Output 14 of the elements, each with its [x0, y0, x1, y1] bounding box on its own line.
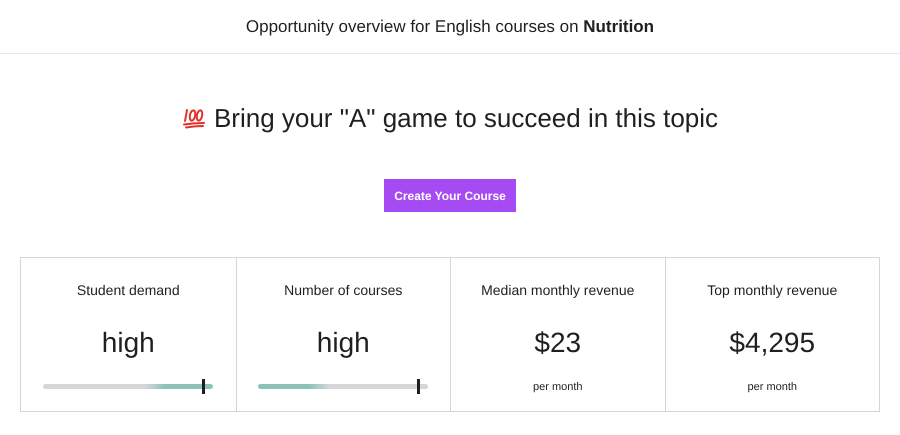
- hundred-points-icon: [182, 106, 206, 130]
- metric-label: Top monthly revenue: [707, 281, 838, 300]
- metric-label: Student demand: [76, 281, 180, 300]
- page-title: Opportunity overview for English courses on Nutrition: [246, 16, 654, 38]
- metric-note: per month: [747, 380, 798, 395]
- headline: Bring your "A" game to succeed in this topic: [214, 102, 718, 134]
- metric-label: Median monthly revenue: [481, 281, 634, 300]
- create-course-button[interactable]: Create Your Course: [384, 179, 516, 212]
- metric-value: high: [102, 326, 155, 360]
- metric-value: $23: [534, 326, 582, 360]
- metric-value: $4,295: [729, 326, 816, 360]
- metric-note: per month: [532, 380, 583, 395]
- metric-value: high: [316, 326, 370, 360]
- metric-label: Number of courses: [284, 281, 402, 300]
